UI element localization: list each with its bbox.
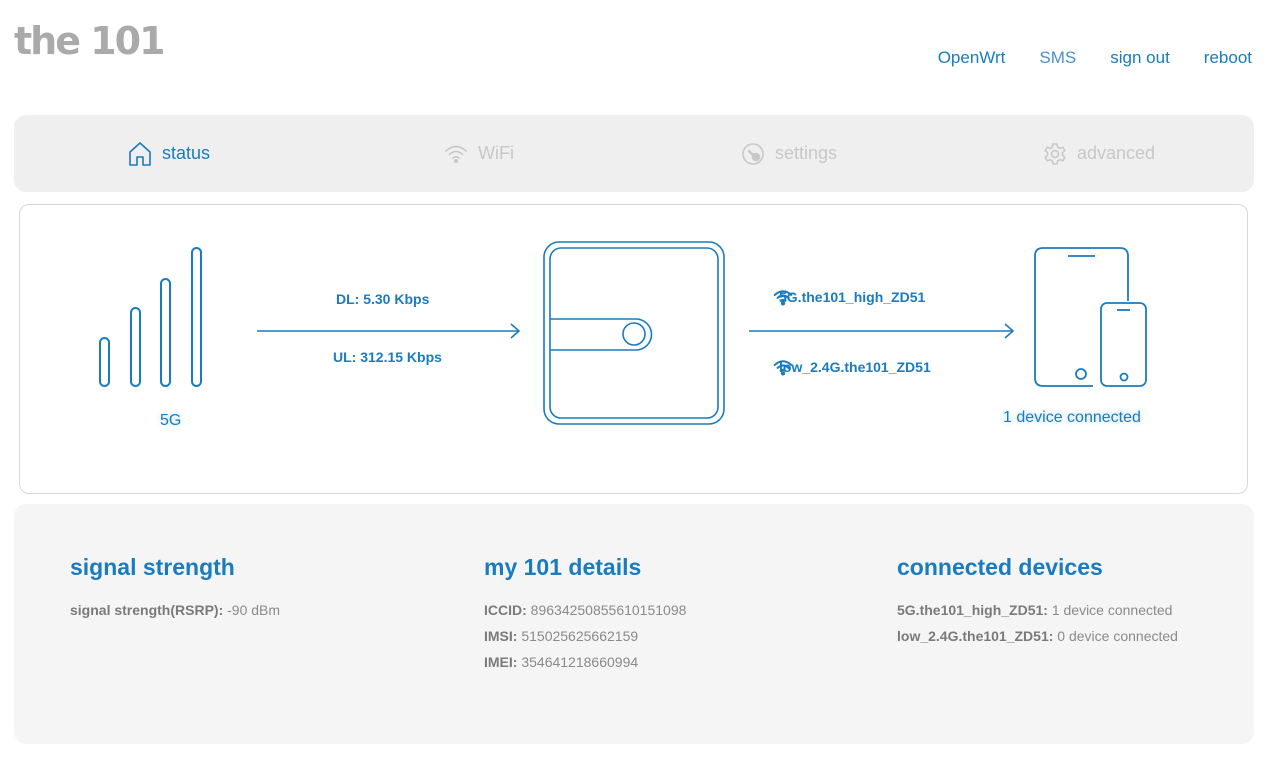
- devices-connected-label: 1 device connected: [1003, 409, 1141, 426]
- imsi-row: IMSI: 515025625662159: [484, 623, 686, 649]
- cellular-link-arrow: [257, 323, 521, 339]
- device-details-section: my 101 details ICCID: 896342508556101510…: [484, 554, 686, 675]
- ssid-2g-devices-value: 0 device connected: [1057, 628, 1178, 644]
- iccid-row: ICCID: 89634250855610151098: [484, 597, 686, 623]
- gear-icon: [1043, 142, 1067, 166]
- rsrp-label: signal strength(RSRP):: [70, 602, 224, 618]
- signal-strength-section: signal strength signal strength(RSRP): -…: [70, 554, 280, 623]
- network-type-label: 5G: [160, 412, 182, 429]
- imsi-label: IMSI:: [484, 628, 518, 644]
- tab-wifi-label: WiFi: [478, 143, 514, 163]
- ssid-5g-devices-label: 5G.the101_high_ZD51:: [897, 602, 1048, 618]
- ssid-5g-devices-value: 1 device connected: [1051, 602, 1173, 618]
- imsi-value: 515025625662159: [521, 628, 639, 644]
- router-device-icon: [543, 241, 725, 425]
- tab-advanced[interactable]: advanced: [944, 115, 1254, 192]
- iccid-label: ICCID:: [484, 602, 527, 618]
- ssid-2g-label: low_2.4G.the101_ZD51: [779, 359, 931, 375]
- imei-value: 354641218660994: [521, 654, 639, 670]
- top-navigation: OpenWrt SMS sign out reboot: [938, 48, 1252, 68]
- signal-strength-title: signal strength: [70, 554, 235, 580]
- nav-sign-out-link[interactable]: sign out: [1110, 48, 1170, 68]
- tab-status-label: status: [161, 143, 211, 163]
- rsrp-value: -90 dBm: [227, 602, 281, 618]
- ssid-5g-devices-row: 5G.the101_high_ZD51: 1 device connected: [897, 597, 1178, 623]
- imei-label: IMEI:: [484, 654, 518, 670]
- download-rate: DL: 5.30 Kbps: [336, 291, 430, 307]
- nav-openwrt-link[interactable]: OpenWrt: [938, 48, 1006, 68]
- nav-sms-link[interactable]: SMS: [1039, 48, 1076, 68]
- connected-devices-section: connected devices 5G.the101_high_ZD51: 1…: [897, 554, 1178, 649]
- nav-reboot-link[interactable]: reboot: [1204, 48, 1252, 68]
- devices-icon: [1034, 247, 1147, 387]
- settings-dial-icon: [741, 142, 765, 166]
- rsrp-row: signal strength(RSRP): -90 dBm: [70, 597, 280, 623]
- ssid-2g-devices-label: low_2.4G.the101_ZD51:: [897, 628, 1054, 644]
- ssid-5g: 5G.the101_high_ZD51: [773, 289, 926, 306]
- main-tabs: status WiFi settings advanced: [14, 115, 1254, 192]
- wifi-icon: [444, 144, 468, 164]
- iccid-value: 89634250855610151098: [530, 602, 687, 618]
- tab-status[interactable]: status: [14, 115, 324, 192]
- brand-logo[interactable]: the 101: [14, 18, 166, 64]
- signal-bars-icon: [99, 247, 202, 387]
- tab-wifi[interactable]: WiFi: [324, 115, 634, 192]
- imei-row: IMEI: 354641218660994: [484, 649, 686, 675]
- tab-advanced-label: advanced: [1076, 143, 1156, 163]
- ssid-2g-devices-row: low_2.4G.the101_ZD51: 0 device connected: [897, 623, 1178, 649]
- device-details-title: my 101 details: [484, 554, 642, 580]
- wifi-link-arrow: [749, 323, 1015, 339]
- tab-settings-label: settings: [774, 143, 838, 163]
- ssid-2g: low_2.4G.the101_ZD51: [773, 359, 931, 376]
- tab-settings[interactable]: settings: [634, 115, 944, 192]
- info-panel: signal strength signal strength(RSRP): -…: [14, 504, 1254, 744]
- upload-rate: UL: 312.15 Kbps: [333, 349, 442, 365]
- connected-devices-title: connected devices: [897, 554, 1103, 580]
- home-icon: [128, 141, 152, 167]
- ssid-5g-label: 5G.the101_high_ZD51: [779, 289, 926, 305]
- network-status-diagram: 5G DL: 5.30 Kbps UL: 312.15 Kbps 5G.the1…: [19, 204, 1248, 494]
